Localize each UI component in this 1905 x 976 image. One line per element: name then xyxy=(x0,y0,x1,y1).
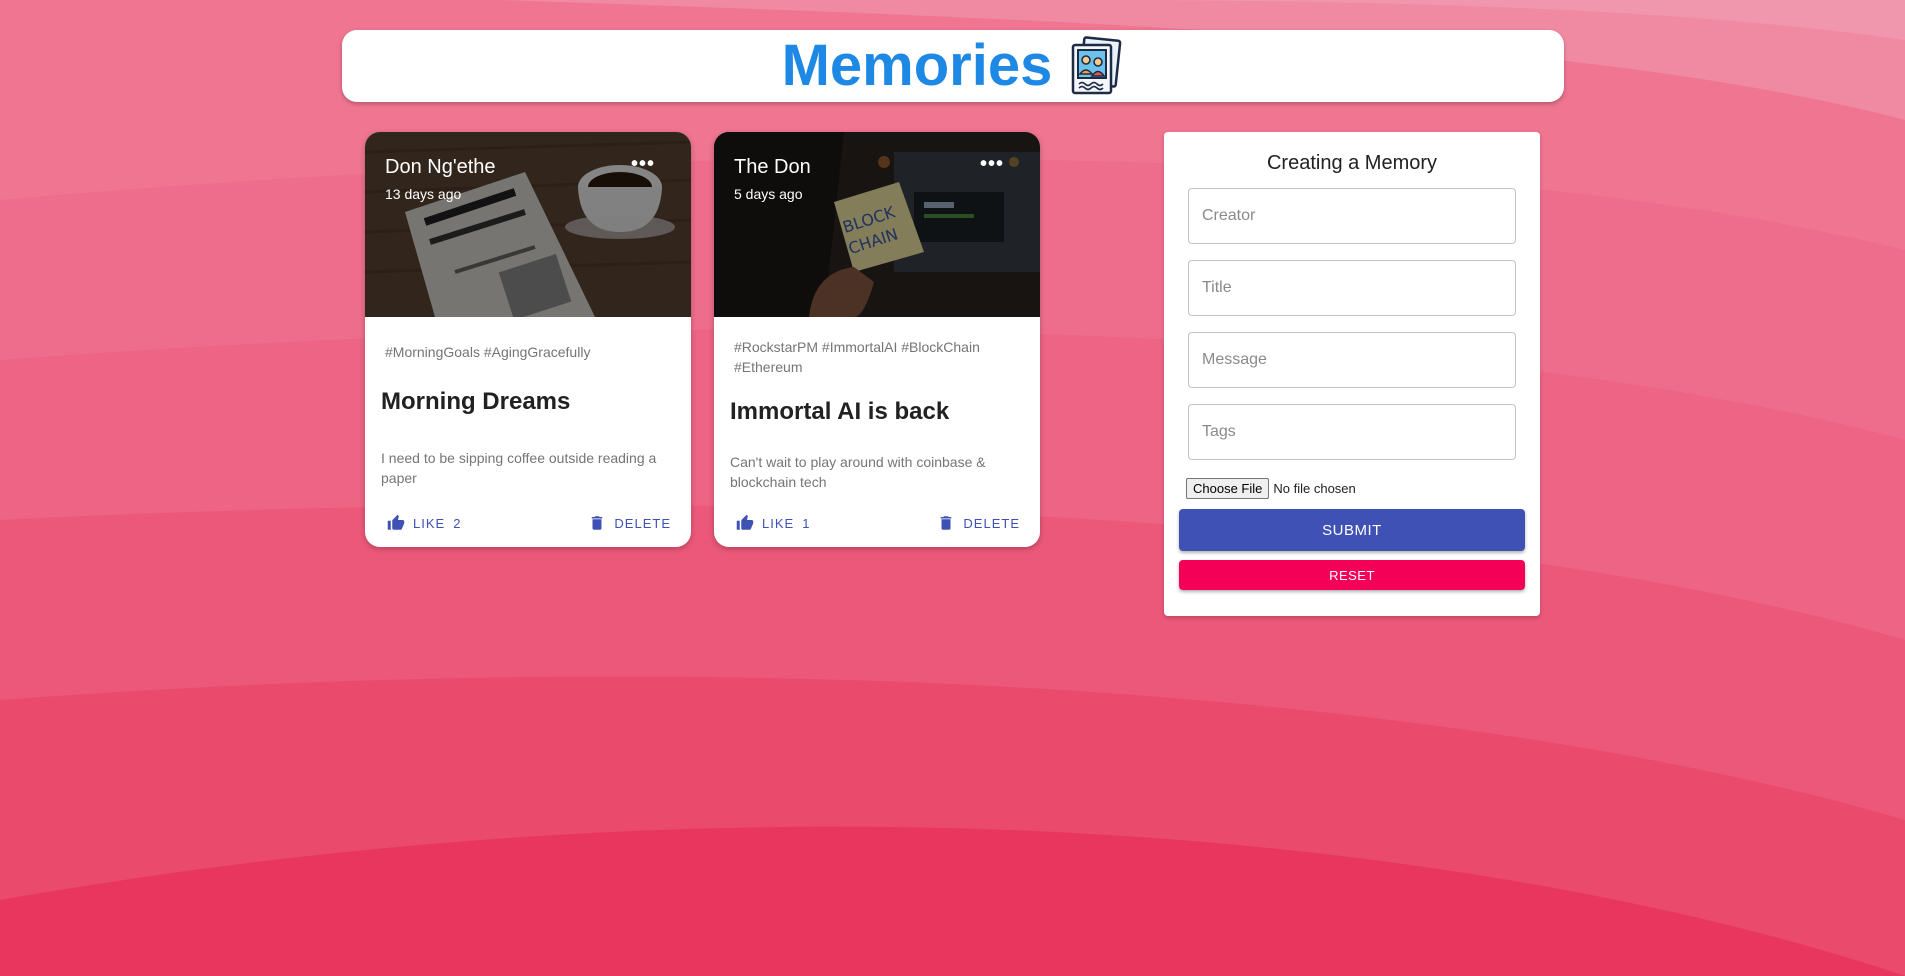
post-card: Don Ng'ethe 13 days ago ••• #MorningGoal… xyxy=(365,132,691,547)
app-title: Memories xyxy=(781,33,1053,98)
like-button[interactable]: LIKE 2 xyxy=(387,508,461,538)
post-actions: LIKE 1 DELETE xyxy=(714,508,1040,538)
delete-button[interactable]: DELETE xyxy=(937,508,1020,538)
post-actions: LIKE 2 DELETE xyxy=(365,508,691,538)
file-status: No file chosen xyxy=(1273,481,1356,496)
title-input[interactable] xyxy=(1188,260,1516,316)
post-title: Morning Dreams xyxy=(381,388,571,415)
creator-input[interactable] xyxy=(1188,188,1516,244)
app-bar: Memories xyxy=(342,30,1564,102)
like-count: 2 xyxy=(453,515,462,531)
post-creator: The Don xyxy=(734,156,811,178)
thumb-up-icon xyxy=(387,514,405,530)
more-horizontal-icon[interactable]: ••• xyxy=(631,154,655,178)
tags-input[interactable] xyxy=(1188,404,1516,460)
post-tags: #MorningGoals #AgingGracefully xyxy=(385,344,591,360)
delete-label: DELETE xyxy=(963,515,1020,531)
post-message: I need to be sipping coffee outside read… xyxy=(381,450,657,486)
post-time: 5 days ago xyxy=(734,186,803,202)
post-title: Immortal AI is back xyxy=(730,398,950,425)
post-time: 13 days ago xyxy=(385,186,462,202)
file-input: Choose File No file chosen xyxy=(1186,478,1356,499)
create-memory-form: Creating a Memory Choose File No file ch… xyxy=(1164,132,1540,616)
post-message: Can't wait to play around with coinbase … xyxy=(730,454,986,490)
post-creator: Don Ng'ethe xyxy=(385,156,496,178)
post-tags: #RockstarPM #ImmortalAI #BlockChain #Eth… xyxy=(734,339,980,375)
like-button[interactable]: LIKE 1 xyxy=(736,508,810,538)
like-count: 1 xyxy=(802,515,811,531)
message-input[interactable] xyxy=(1188,332,1516,388)
trash-icon xyxy=(941,516,952,530)
like-label: LIKE xyxy=(413,515,446,531)
thumb-up-icon xyxy=(736,514,754,530)
choose-file-button[interactable]: Choose File xyxy=(1186,478,1270,499)
reset-button[interactable]: RESET xyxy=(1179,560,1525,590)
submit-button[interactable]: SUBMIT xyxy=(1179,509,1525,551)
more-horizontal-icon[interactable]: ••• xyxy=(980,154,1004,178)
post-card: BLOCK CHAIN The Don 5 days ago ••• #Rock… xyxy=(714,132,1040,547)
delete-button[interactable]: DELETE xyxy=(588,508,671,538)
memories-photo-icon xyxy=(1072,36,1122,95)
form-title: Creating a Memory xyxy=(1266,152,1438,174)
like-label: LIKE xyxy=(762,515,795,531)
trash-icon xyxy=(592,516,603,530)
delete-label: DELETE xyxy=(614,515,671,531)
